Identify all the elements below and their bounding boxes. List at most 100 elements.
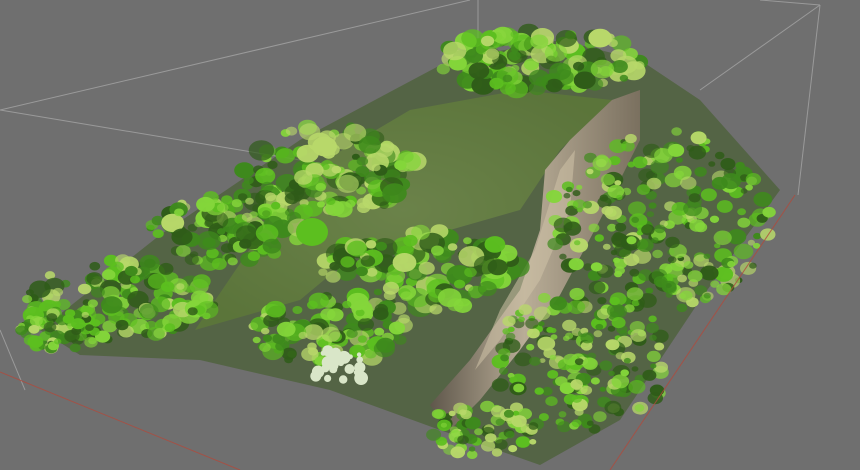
vegetation-blob (608, 370, 615, 376)
vegetation-blob (627, 161, 636, 168)
vegetation-blob (502, 315, 516, 327)
vegetation-blob (398, 314, 410, 324)
vegetation-blob (100, 296, 123, 314)
vegetation-blob (392, 253, 417, 272)
vegetation-blob (358, 136, 381, 154)
vegetation-blob (320, 308, 336, 321)
vegetation-blob (495, 418, 505, 426)
vegetation-blob (315, 183, 327, 192)
vegetation-blob (654, 224, 666, 234)
vegetation-blob (649, 334, 657, 341)
vegetation-blob (418, 261, 435, 275)
vegetation-blob (573, 61, 585, 71)
flower-blob (330, 347, 341, 358)
vegetation-blob (28, 324, 40, 334)
vegetation-blob (631, 366, 639, 372)
vegetation-blob (262, 334, 272, 342)
vegetation-blob (642, 369, 657, 381)
vegetation-blob (549, 62, 572, 81)
vegetation-blob (110, 261, 124, 273)
vegetation-blob (762, 206, 776, 218)
vegetation-blob (329, 262, 340, 271)
vegetation-blob (593, 411, 607, 422)
vegetation-blob (654, 361, 668, 373)
vegetation-blob (574, 408, 584, 416)
point-cloud-scene[interactable] (0, 0, 860, 470)
vegetation-blob (29, 280, 51, 298)
vegetation-blob (645, 287, 654, 294)
vegetation-blob (342, 300, 352, 309)
vegetation-blob (664, 172, 683, 188)
vegetation-blob (687, 270, 703, 283)
vegetation-blob (588, 28, 612, 48)
vegetation-blob (394, 160, 407, 171)
vegetation-blob (599, 360, 613, 371)
vegetation-blob (52, 287, 64, 297)
vegetation-blob (466, 450, 478, 460)
vegetation-blob (708, 161, 716, 167)
vegetation-blob (252, 336, 261, 344)
vegetation-blob (749, 262, 757, 269)
vegetation-blob (115, 319, 129, 331)
vegetation-blob (753, 191, 773, 207)
vegetation-blob (340, 256, 355, 268)
vegetation-blob (592, 155, 612, 171)
flower-blob (324, 374, 332, 382)
vegetation-blob (646, 350, 661, 362)
vegetation-blob (632, 156, 648, 169)
vegetation-blob (77, 283, 92, 295)
vegetation-blob (733, 243, 754, 260)
lone-bush (296, 218, 328, 246)
vegetation-blob (174, 208, 184, 217)
vegetation-blob (760, 228, 776, 241)
vegetation-blob (549, 354, 557, 361)
flower-blob (339, 375, 348, 384)
vegetation-blob (546, 326, 554, 333)
vegetation-blob (507, 326, 515, 333)
vegetation-blob (510, 30, 520, 38)
vegetation-blob (436, 63, 450, 75)
vegetation-blob (69, 343, 81, 353)
vegetation-blob (599, 194, 609, 202)
vegetation-blob (654, 148, 673, 163)
vegetation-blob (505, 430, 515, 439)
vegetation-blob (547, 370, 559, 379)
vegetation-blob (740, 188, 748, 194)
vegetation-blob (646, 211, 655, 218)
vegetation-blob (555, 376, 568, 387)
vegetation-blob (255, 167, 276, 184)
flower-blob (344, 364, 355, 374)
vegetation-blob (508, 445, 518, 453)
vegetation-blob (372, 307, 389, 321)
vegetation-blob (547, 237, 563, 251)
vegetation-blob (484, 433, 497, 443)
vegetation-blob (468, 62, 490, 80)
vegetation-blob (572, 190, 581, 197)
vegetation-blob (247, 251, 260, 262)
vegetation-blob (231, 199, 242, 208)
3d-viewport[interactable] (0, 0, 860, 470)
vegetation-blob (675, 157, 683, 163)
vegetation-blob (614, 266, 625, 275)
vegetation-blob (331, 165, 342, 174)
vegetation-blob (690, 131, 707, 145)
vegetation-blob (64, 329, 80, 343)
vegetation-blob (275, 148, 296, 164)
vegetation-blob (582, 357, 598, 370)
vegetation-blob (463, 237, 472, 245)
vegetation-blob (648, 315, 657, 323)
vegetation-blob (360, 255, 376, 267)
vegetation-blob (648, 202, 657, 209)
vegetation-blob (86, 272, 103, 285)
vegetation-blob (563, 221, 582, 236)
vegetation-blob (534, 387, 544, 395)
vegetation-blob (357, 335, 367, 343)
vegetation-blob (567, 300, 586, 315)
vegetation-blob (52, 301, 62, 308)
vegetation-blob (628, 380, 646, 394)
vegetation-blob (454, 279, 466, 289)
vegetation-blob (623, 357, 631, 364)
vegetation-blob (431, 245, 444, 256)
vegetation-blob (609, 296, 620, 306)
vegetation-blob (544, 44, 568, 62)
